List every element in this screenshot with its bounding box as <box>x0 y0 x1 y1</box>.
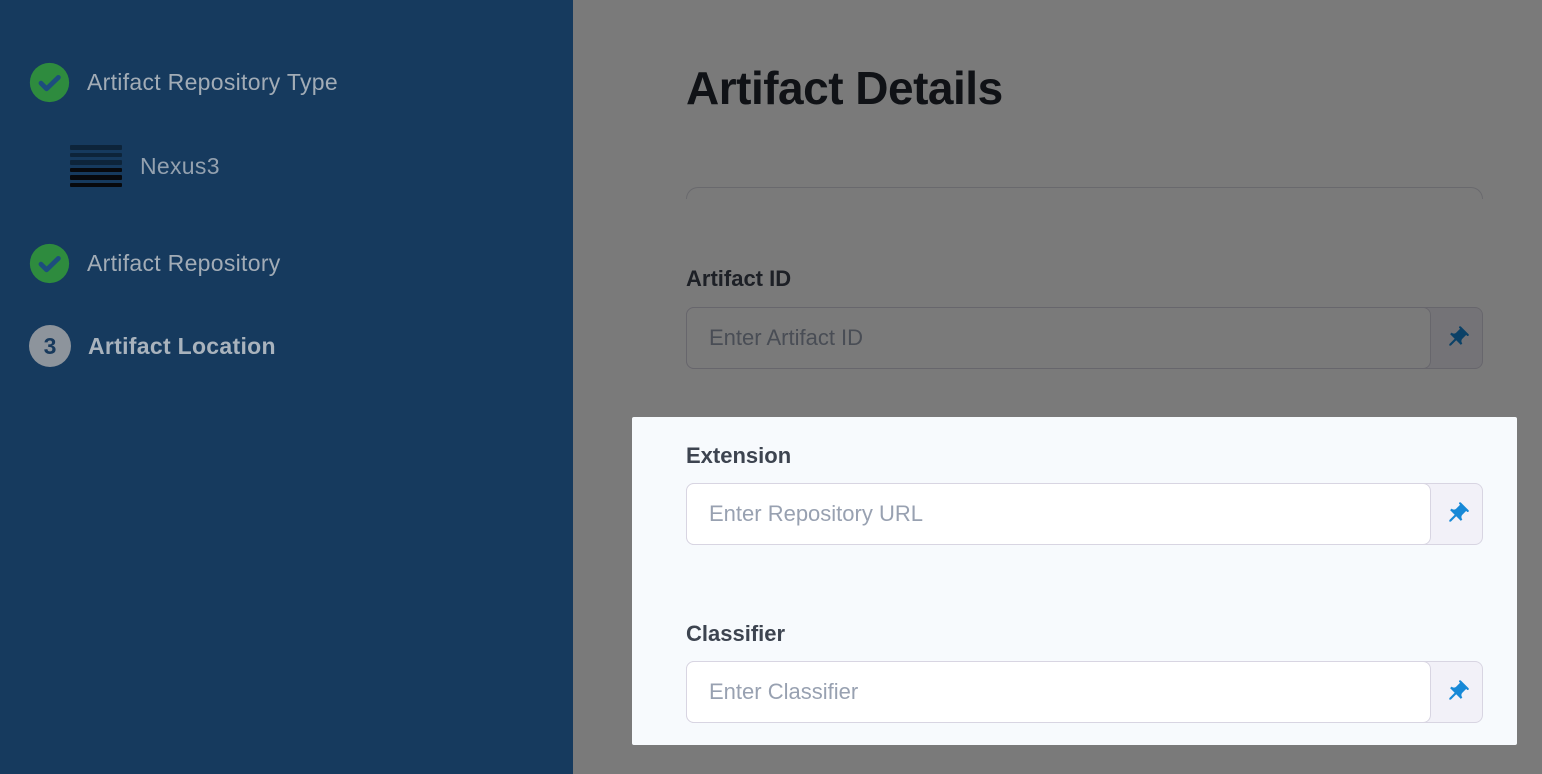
extension-input-group <box>686 483 1483 545</box>
wizard-step-artifact-repository-type[interactable]: Artifact Repository Type <box>0 62 573 103</box>
wizard-substep-nexus3[interactable]: Nexus3 <box>0 145 573 187</box>
step-label: Nexus3 <box>140 153 220 180</box>
step-complete-check-icon <box>29 62 70 103</box>
field-classifier: Classifier <box>686 623 1483 723</box>
nexus3-icon <box>70 145 122 187</box>
pin-button[interactable] <box>1431 662 1482 722</box>
step-label: Artifact Location <box>88 333 276 360</box>
pushpin-icon <box>1438 496 1475 533</box>
field-extension: Extension <box>686 445 1483 545</box>
extension-input[interactable] <box>686 483 1431 545</box>
step-number-badge: 3 <box>29 325 71 367</box>
artifact-wizard-window: Artifact Repository Type Nexus3 Artifact… <box>0 0 1542 774</box>
step-complete-check-icon <box>29 243 70 284</box>
pin-button[interactable] <box>1431 484 1482 544</box>
classifier-label: Classifier <box>686 623 1483 645</box>
classifier-input-group <box>686 661 1483 723</box>
wizard-sidebar: Artifact Repository Type Nexus3 Artifact… <box>0 0 573 774</box>
wizard-step-artifact-repository[interactable]: Artifact Repository <box>0 243 573 284</box>
highlighted-section: Extension Classifier <box>632 417 1517 745</box>
classifier-input[interactable] <box>686 661 1431 723</box>
extension-label: Extension <box>686 445 1483 467</box>
pushpin-icon <box>1438 674 1475 711</box>
step-label: Artifact Repository Type <box>87 69 338 96</box>
step-label: Artifact Repository <box>87 250 281 277</box>
wizard-step-artifact-location[interactable]: 3 Artifact Location <box>0 325 573 367</box>
